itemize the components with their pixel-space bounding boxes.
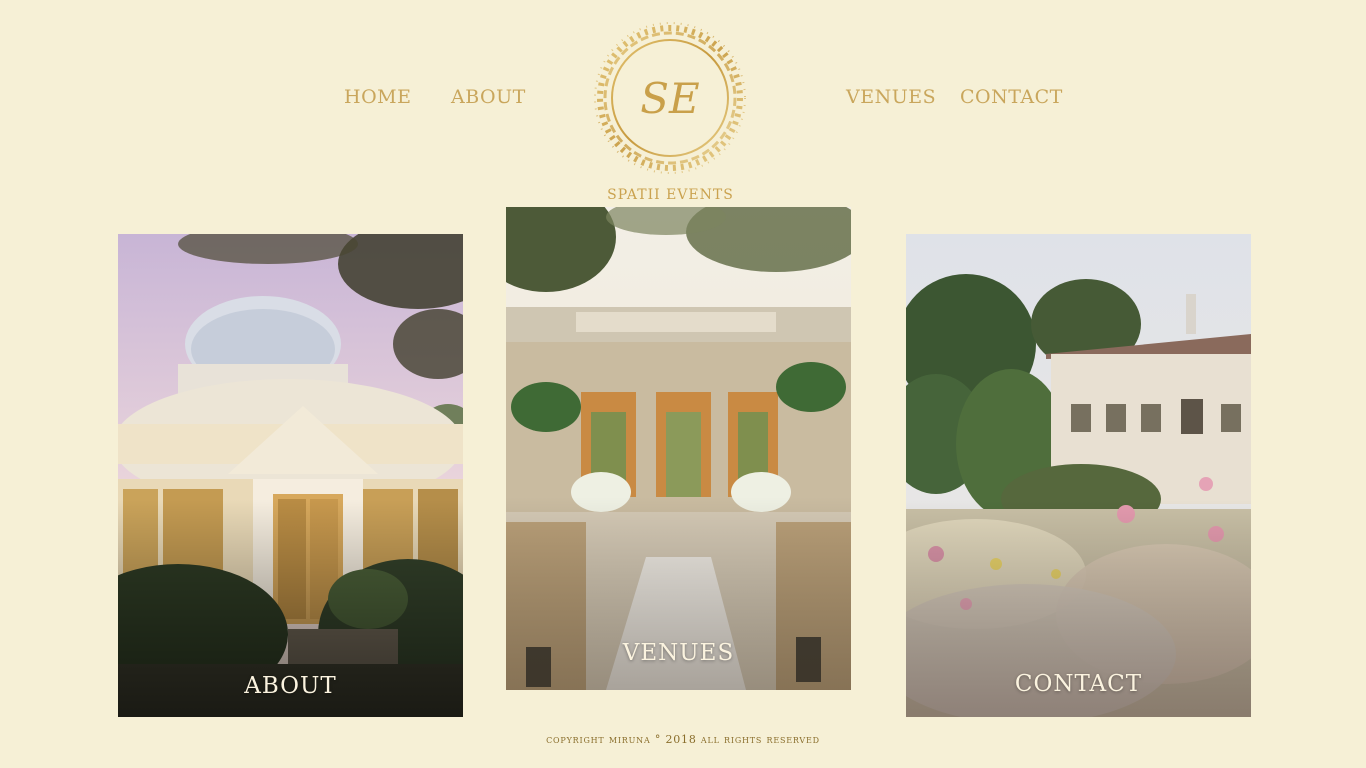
brand-name: SPATII EVENTS — [607, 187, 734, 203]
monogram-text: SE — [640, 74, 699, 123]
about-card[interactable]: ABOUT — [118, 234, 463, 717]
about-card-label: ABOUT — [244, 673, 337, 699]
contact-card[interactable]: CONTACT — [906, 234, 1251, 717]
nav-contact-link[interactable]: CONTACT — [960, 86, 1063, 108]
villa-garden-image — [906, 234, 1251, 717]
venues-card-label: VENUES — [622, 640, 735, 666]
venues-card[interactable]: VENUES — [506, 207, 851, 690]
ceremony-aisle-image — [506, 207, 851, 690]
nav-venues-link[interactable]: VENUES — [846, 86, 936, 108]
nav-home-link[interactable]: HOME — [344, 86, 411, 108]
brand-logo[interactable]: SE SPATII EVENTS — [588, 22, 753, 203]
contact-card-label: CONTACT — [1014, 671, 1143, 697]
copyright-footer: copyright miruna ° 2018 all rights reser… — [546, 733, 820, 746]
floral-wreath-icon: SE — [594, 22, 746, 174]
conservatory-image — [118, 234, 463, 717]
nav-about-link[interactable]: ABOUT — [451, 86, 526, 108]
